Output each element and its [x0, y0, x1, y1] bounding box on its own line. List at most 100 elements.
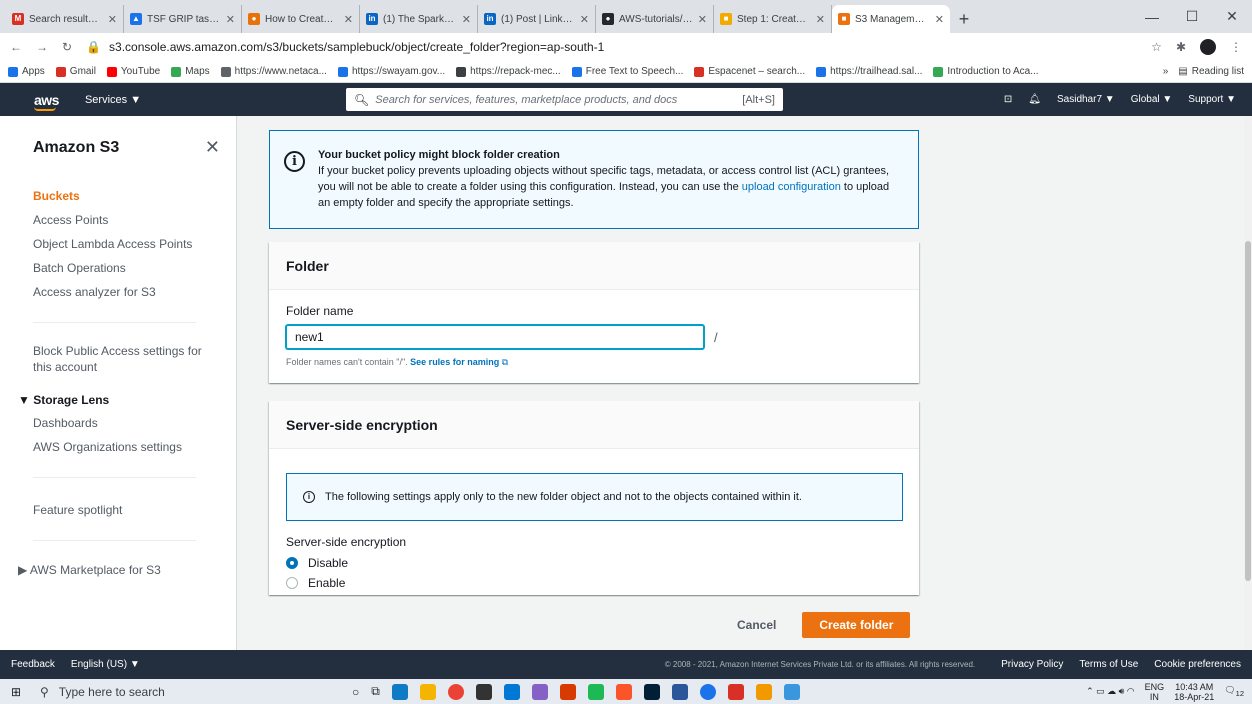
- folder-name-input[interactable]: [286, 325, 704, 349]
- store-icon[interactable]: [475, 683, 492, 700]
- tab-close-icon[interactable]: ✕: [226, 13, 235, 26]
- file-explorer-icon[interactable]: [419, 683, 436, 700]
- chrome-icon[interactable]: [447, 683, 464, 700]
- bell-icon[interactable]: 🔔︎: [1028, 94, 1041, 105]
- bookmark-item[interactable]: https://repack-mec...: [456, 66, 561, 77]
- url-field[interactable]: 🔒 s3.console.aws.amazon.com/s3/buckets/s…: [86, 36, 1137, 58]
- menu-icon[interactable]: ⋮: [1230, 40, 1242, 54]
- reading-list[interactable]: ▤ Reading list: [1178, 66, 1244, 77]
- radio-enable-circle[interactable]: [286, 577, 298, 589]
- bookmark-item[interactable]: https://swayam.gov...: [337, 66, 445, 77]
- terms-link[interactable]: Terms of Use: [1079, 659, 1138, 670]
- tab-close-icon[interactable]: ✕: [935, 13, 944, 26]
- bookmark-item[interactable]: Espacenet – search...: [694, 66, 805, 77]
- bookmark-item[interactable]: Free Text to Speech...: [571, 66, 683, 77]
- office-icon[interactable]: [559, 683, 576, 700]
- upload-configuration-link[interactable]: upload configuration: [742, 181, 841, 193]
- onenote-icon[interactable]: [531, 683, 548, 700]
- more-bookmarks[interactable]: »: [1163, 66, 1169, 77]
- tab-close-icon[interactable]: ✕: [698, 13, 707, 26]
- create-folder-button[interactable]: Create folder: [802, 612, 911, 638]
- sidebar-item-batch-operations[interactable]: Batch Operations: [0, 256, 236, 280]
- sidebar-section-storage-lens[interactable]: ▼ Storage Lens: [0, 389, 236, 411]
- radio-enable[interactable]: Enable: [286, 573, 902, 593]
- minimize-button[interactable]: —: [1132, 0, 1172, 33]
- scrollbar[interactable]: [1244, 116, 1252, 650]
- sidebar-item-feature-spotlight[interactable]: Feature spotlight: [0, 498, 236, 522]
- radio-disable-circle[interactable]: [286, 557, 298, 569]
- sidebar-item-dashboards[interactable]: Dashboards: [0, 411, 236, 435]
- clock[interactable]: 10:43 AM 18-Apr-21: [1174, 682, 1214, 702]
- naming-rules-link[interactable]: See rules for naming: [410, 357, 499, 367]
- external-link-icon[interactable]: ⧉: [502, 357, 508, 367]
- close-icon[interactable]: ✕: [205, 137, 220, 158]
- bookmark-item[interactable]: Maps: [171, 66, 210, 77]
- bookmark-item[interactable]: Apps: [8, 66, 45, 77]
- taskbar-search[interactable]: ⚲ Type here to search: [32, 679, 282, 704]
- edge-icon[interactable]: [391, 683, 408, 700]
- bookmark-item[interactable]: https://trailhead.sal...: [816, 66, 922, 77]
- bookmark-item[interactable]: Introduction to Aca...: [933, 66, 1039, 77]
- tab-close-icon[interactable]: ✕: [580, 13, 589, 26]
- vlc-icon[interactable]: [755, 683, 772, 700]
- tab-close-icon[interactable]: ✕: [816, 13, 825, 26]
- windows-start-icon[interactable]: ⊞: [0, 685, 32, 699]
- feedback-link[interactable]: Feedback: [11, 659, 55, 670]
- browser-tab[interactable]: ■ Step 1: Create an A ✕: [714, 5, 832, 33]
- close-window-button[interactable]: ✕: [1212, 0, 1252, 33]
- cloudshell-icon[interactable]: ⊡: [1004, 94, 1012, 105]
- browser-tab[interactable]: ● How to Create EC2 ✕: [242, 5, 360, 33]
- user-menu[interactable]: Sasidhar7 ▼: [1057, 94, 1115, 105]
- radio-disable[interactable]: Disable: [286, 553, 902, 573]
- tab-close-icon[interactable]: ✕: [108, 13, 117, 26]
- browser-tab[interactable]: ● AWS-tutorials/aws ✕: [596, 5, 714, 33]
- support-menu[interactable]: Support ▼: [1188, 94, 1236, 105]
- browser-tab[interactable]: ▲ TSF GRIP tasks.pdf ✕: [124, 5, 242, 33]
- task-view-icon[interactable]: ⧉: [371, 684, 380, 699]
- photos-icon[interactable]: [783, 683, 800, 700]
- sidebar-item-access-points[interactable]: Access Points: [0, 208, 236, 232]
- extensions-icon[interactable]: ✱: [1176, 40, 1186, 54]
- acrobat-icon[interactable]: [727, 683, 744, 700]
- sidebar-item-object-lambda[interactable]: Object Lambda Access Points: [0, 232, 236, 256]
- bookmark-item[interactable]: Gmail: [55, 66, 96, 77]
- sidebar-item-marketplace[interactable]: ▶ AWS Marketplace for S3: [0, 559, 236, 581]
- browser-tab[interactable]: in (1) Post | LinkedIn ✕: [478, 5, 596, 33]
- scrollbar-thumb[interactable]: [1245, 241, 1251, 581]
- tab-close-icon[interactable]: ✕: [462, 13, 471, 26]
- bookmark-item[interactable]: https://www.netaca...: [220, 66, 327, 77]
- cortana-icon[interactable]: ○: [352, 685, 359, 699]
- region-menu[interactable]: Global ▼: [1131, 94, 1173, 105]
- maximize-button[interactable]: ☐: [1172, 0, 1212, 33]
- tray-icons[interactable]: ⌃ ▭ ☁ 🔊︎ ◠: [1086, 686, 1135, 697]
- services-menu[interactable]: Services ▼: [85, 94, 141, 106]
- browser-tab[interactable]: in (1) The Sparks Fou ✕: [360, 5, 478, 33]
- sidebar-item-buckets[interactable]: Buckets: [0, 184, 236, 208]
- sidebar-item-org-settings[interactable]: AWS Organizations settings: [0, 435, 236, 459]
- cancel-button[interactable]: Cancel: [737, 618, 776, 632]
- sidebar-item-block-public-access[interactable]: Block Public Access settings for this ac…: [0, 343, 236, 375]
- language-indicator[interactable]: ENG IN: [1145, 682, 1165, 702]
- photoshop-icon[interactable]: [643, 683, 660, 700]
- aws-logo[interactable]: aws: [34, 92, 59, 111]
- mail-icon[interactable]: [503, 683, 520, 700]
- reload-icon[interactable]: ↻: [62, 40, 72, 54]
- browser-tab[interactable]: M Search results - bo ✕: [6, 5, 124, 33]
- new-tab-button[interactable]: +: [950, 5, 978, 33]
- bookmark-item[interactable]: YouTube: [106, 66, 160, 77]
- word-icon[interactable]: [671, 683, 688, 700]
- tab-close-icon[interactable]: ✕: [344, 13, 353, 26]
- brave-icon[interactable]: [615, 683, 632, 700]
- profile-avatar[interactable]: [1200, 39, 1216, 55]
- app-icon[interactable]: [699, 683, 716, 700]
- spotify-icon[interactable]: [587, 683, 604, 700]
- cookie-preferences-link[interactable]: Cookie preferences: [1154, 659, 1241, 670]
- browser-tab[interactable]: ■ S3 Management C ✕: [832, 5, 950, 33]
- global-search[interactable]: 🔍︎ Search for services, features, market…: [346, 88, 783, 111]
- forward-icon[interactable]: →: [36, 40, 48, 54]
- star-icon[interactable]: ☆: [1151, 40, 1162, 54]
- back-icon[interactable]: ←: [10, 40, 22, 54]
- language-menu[interactable]: English (US) ▼: [71, 659, 140, 670]
- notification-icon[interactable]: 🗨︎12: [1224, 685, 1244, 698]
- privacy-policy-link[interactable]: Privacy Policy: [1001, 659, 1063, 670]
